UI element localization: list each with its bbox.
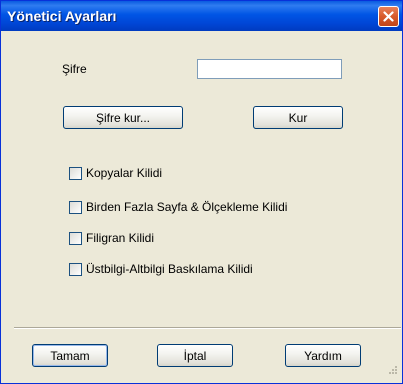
password-label: Şifre (62, 62, 87, 76)
lock-multipage-scaling-checkbox[interactable] (69, 200, 82, 214)
close-button[interactable] (378, 6, 399, 27)
lock-multipage-scaling-option[interactable]: Birden Fazla Sayfa & Ölçekleme Kilidi (69, 199, 287, 215)
lock-watermark-checkbox[interactable] (69, 231, 82, 245)
title-bar[interactable]: Yönetici Ayarları (1, 1, 402, 31)
lock-watermark-option[interactable]: Filigran Kilidi (69, 230, 154, 246)
set-button[interactable]: Kur (253, 106, 343, 129)
cancel-button[interactable]: İptal (157, 344, 233, 367)
lock-header-footer-checkbox[interactable] (69, 262, 82, 276)
password-input[interactable] (197, 59, 342, 79)
help-button[interactable]: Yardım (285, 344, 361, 367)
window-title: Yönetici Ayarları (7, 8, 117, 24)
lock-multipage-scaling-label: Birden Fazla Sayfa & Ölçekleme Kilidi (86, 200, 288, 214)
set-password-button[interactable]: Şifre kur... (63, 106, 183, 129)
lock-watermark-label: Filigran Kilidi (86, 231, 155, 245)
resize-grip-icon[interactable] (387, 362, 398, 380)
dialog-window: Yönetici Ayarları Şifre Şifre kur... Kur… (0, 0, 403, 384)
dialog-content: Şifre Şifre kur... Kur Kopyalar Kilidi B… (4, 31, 401, 381)
lock-copies-option[interactable]: Kopyalar Kilidi (69, 165, 162, 181)
lock-copies-checkbox[interactable] (69, 166, 82, 180)
lock-header-footer-label: Üstbilgi-Altbilgi Baskılama Kilidi (86, 262, 253, 276)
lock-header-footer-option[interactable]: Üstbilgi-Altbilgi Baskılama Kilidi (69, 261, 253, 277)
lock-copies-label: Kopyalar Kilidi (86, 166, 163, 180)
ok-button[interactable]: Tamam (32, 344, 108, 367)
close-icon (383, 11, 394, 22)
separator (14, 327, 401, 329)
